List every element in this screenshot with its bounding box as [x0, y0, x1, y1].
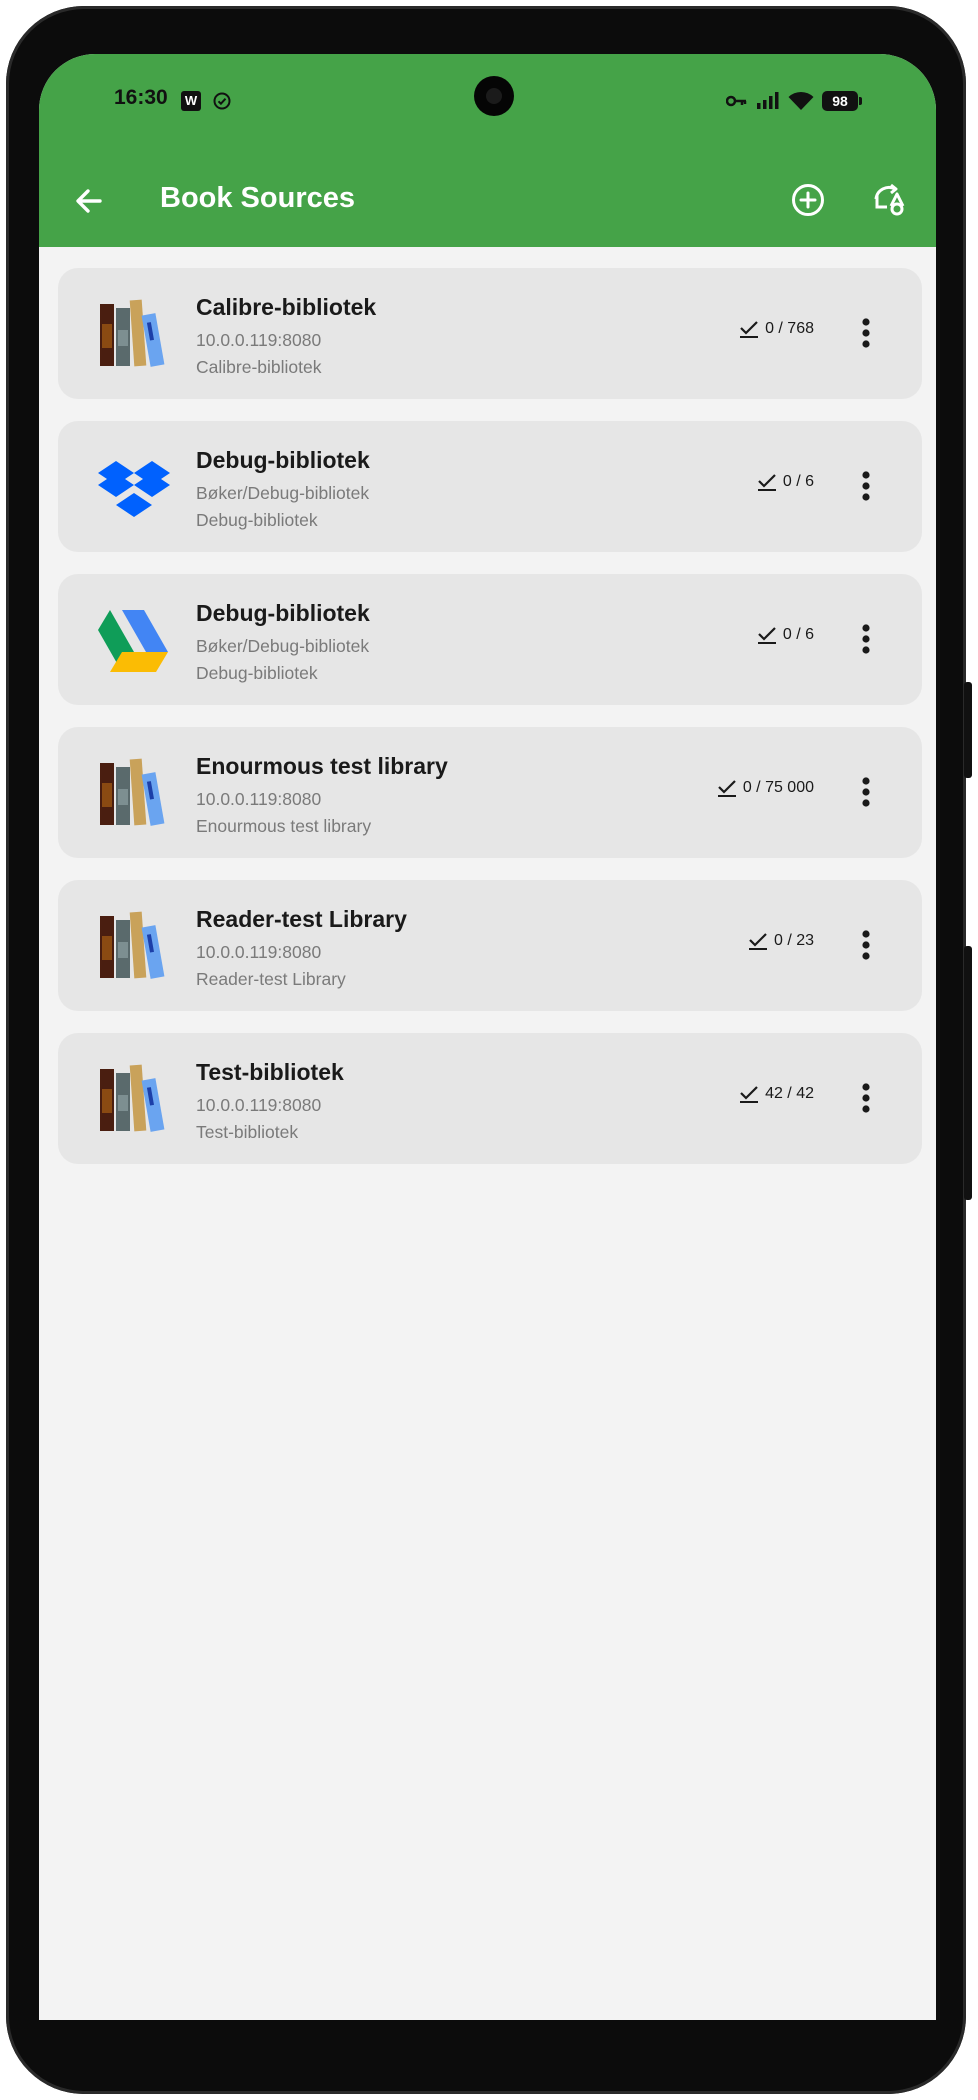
sync-progress: 0 / 6: [757, 626, 814, 644]
source-title: Calibre-bibliotek: [196, 294, 377, 320]
source-name: Debug-bibliotek: [196, 510, 318, 530]
calibre-icon: [96, 1061, 172, 1137]
source-subtitle: 10.0.0.119:8080: [196, 330, 322, 350]
source-card[interactable]: Reader-test Library 10.0.0.119:8080 Read…: [58, 880, 922, 1011]
signal-icon: [757, 92, 779, 109]
wifi-icon: [788, 91, 814, 110]
source-subtitle: 10.0.0.119:8080: [196, 1095, 322, 1115]
source-title: Test-bibliotek: [196, 1059, 344, 1085]
source-subtitle: 10.0.0.119:8080: [196, 789, 322, 809]
vpn-key-icon: [726, 95, 747, 107]
google-drive-icon: [96, 602, 172, 678]
check-icon: [757, 474, 776, 491]
progress-count: 0 / 768: [765, 320, 814, 337]
check-icon: [717, 780, 736, 797]
progress-count: 0 / 75 000: [742, 779, 814, 796]
check-circle-icon: [213, 92, 231, 110]
more-vert-icon[interactable]: [846, 925, 886, 965]
source-name: Debug-bibliotek: [196, 663, 318, 683]
source-name: Calibre-bibliotek: [196, 357, 322, 377]
progress-count: 42 / 42: [765, 1085, 814, 1102]
progress-count: 0 / 6: [782, 626, 814, 643]
sync-progress: 42 / 42: [739, 1085, 814, 1103]
source-title: Debug-bibliotek: [196, 600, 370, 626]
sync-progress: 0 / 75 000: [717, 779, 814, 797]
more-vert-icon[interactable]: [846, 466, 886, 506]
source-name: Test-bibliotek: [196, 1122, 299, 1142]
screen: 16:30 W 98 Book Sources Calibre-bibliote…: [39, 54, 936, 2020]
source-card[interactable]: Test-bibliotek 10.0.0.119:8080 Test-bibl…: [58, 1033, 922, 1164]
sync-progress: 0 / 6: [757, 473, 814, 491]
source-card[interactable]: Calibre-bibliotek 10.0.0.119:8080 Calibr…: [58, 268, 922, 399]
plus-circle-icon[interactable]: [786, 178, 830, 222]
source-title: Debug-bibliotek: [196, 447, 370, 473]
power-button: [964, 946, 972, 1200]
calibre-icon: [96, 908, 172, 984]
page-title: Book Sources: [160, 182, 355, 214]
front-camera: [474, 76, 514, 116]
more-vert-icon[interactable]: [846, 619, 886, 659]
check-icon: [740, 321, 759, 338]
app-bar: 16:30 W 98 Book Sources: [39, 54, 936, 247]
source-name: Enourmous test library: [196, 816, 372, 836]
sync-progress: 0 / 23: [748, 932, 814, 950]
source-title: Enourmous test library: [196, 753, 448, 779]
check-icon: [740, 1086, 759, 1103]
progress-count: 0 / 6: [782, 473, 814, 490]
phone-frame: 16:30 W 98 Book Sources Calibre-bibliote…: [6, 6, 972, 2094]
source-subtitle: Bøker/Debug-bibliotek: [196, 483, 370, 503]
source-name: Reader-test Library: [196, 969, 346, 989]
more-vert-icon[interactable]: [846, 1078, 886, 1118]
sync-icon[interactable]: [867, 178, 911, 222]
more-vert-icon[interactable]: [846, 772, 886, 812]
source-subtitle: 10.0.0.119:8080: [196, 942, 322, 962]
battery-indicator: 98: [822, 91, 862, 111]
arrow-left-icon[interactable]: [67, 179, 111, 223]
progress-count: 0 / 23: [773, 932, 814, 949]
sync-progress: 0 / 768: [739, 320, 814, 338]
calibre-icon: [96, 755, 172, 831]
dropbox-icon: [96, 449, 172, 525]
status-time: 16:30: [114, 86, 168, 109]
calibre-icon: [96, 296, 172, 372]
source-subtitle: Bøker/Debug-bibliotek: [196, 636, 370, 656]
check-icon: [757, 627, 776, 644]
book-source-list: Calibre-bibliotek 10.0.0.119:8080 Calibr…: [58, 268, 922, 1186]
source-card[interactable]: Enourmous test library 10.0.0.119:8080 E…: [58, 727, 922, 858]
source-title: Reader-test Library: [196, 906, 407, 932]
volume-button: [964, 682, 972, 778]
notification-app-icon: W: [181, 91, 201, 111]
source-card[interactable]: Debug-bibliotek Bøker/Debug-bibliotek De…: [58, 421, 922, 552]
more-vert-icon[interactable]: [846, 313, 886, 353]
check-icon: [748, 933, 767, 950]
status-bar: 16:30 W 98: [39, 54, 936, 154]
source-card[interactable]: Debug-bibliotek Bøker/Debug-bibliotek De…: [58, 574, 922, 705]
